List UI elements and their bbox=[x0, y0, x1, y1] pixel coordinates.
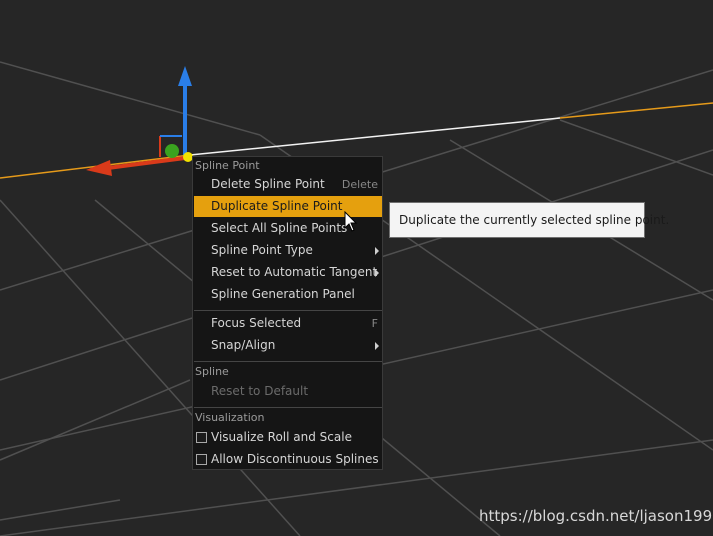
menu-separator bbox=[194, 310, 382, 311]
checkbox[interactable] bbox=[196, 432, 207, 443]
menu-item-label: Reset to Default bbox=[211, 384, 309, 398]
menu-item-label: Spline Generation Panel bbox=[211, 287, 355, 301]
submenu-arrow-icon bbox=[375, 342, 379, 350]
menu-item-spline-point-type[interactable]: Spline Point Type bbox=[194, 240, 382, 261]
menu-item-label: Visualize Roll and Scale bbox=[211, 430, 352, 444]
y-axis-handle-icon[interactable] bbox=[165, 144, 179, 158]
menu-item-delete-spline-point[interactable]: Delete Spline Point Delete bbox=[194, 174, 382, 195]
menu-item-label: Reset to Automatic Tangent bbox=[211, 265, 378, 279]
menu-item-label: Focus Selected bbox=[211, 316, 302, 330]
submenu-arrow-icon bbox=[375, 269, 379, 277]
menu-item-label: Spline Point Type bbox=[211, 243, 313, 257]
section-header-spline: Spline bbox=[195, 365, 229, 378]
shortcut-label: Delete bbox=[341, 178, 378, 191]
menu-item-reset-to-automatic-tangent[interactable]: Reset to Automatic Tangent bbox=[194, 262, 382, 283]
menu-item-label: Duplicate Spline Point bbox=[211, 199, 343, 213]
menu-item-focus-selected[interactable]: Focus Selected F bbox=[194, 313, 382, 334]
submenu-arrow-icon bbox=[375, 247, 379, 255]
menu-separator bbox=[194, 407, 382, 408]
menu-separator bbox=[194, 361, 382, 362]
menu-item-spline-generation-panel[interactable]: Spline Generation Panel bbox=[194, 284, 382, 305]
menu-item-label: Allow Discontinuous Splines bbox=[211, 452, 379, 466]
checkbox[interactable] bbox=[196, 454, 207, 465]
mouse-pointer-icon bbox=[344, 211, 358, 232]
menu-item-snap-align[interactable]: Snap/Align bbox=[194, 335, 382, 356]
menu-item-visualize-roll-and-scale[interactable]: Visualize Roll and Scale bbox=[194, 427, 382, 448]
context-menu: Spline Point Delete Spline Point Delete … bbox=[192, 156, 383, 470]
shortcut-label: F bbox=[371, 317, 378, 330]
menu-item-reset-to-default: Reset to Default bbox=[194, 381, 382, 402]
section-header-visualization: Visualization bbox=[195, 411, 265, 424]
tooltip: Duplicate the currently selected spline … bbox=[389, 202, 669, 238]
menu-item-label: Delete Spline Point bbox=[211, 177, 325, 191]
menu-item-allow-discontinuous-splines[interactable]: Allow Discontinuous Splines bbox=[194, 449, 382, 470]
menu-item-label: Select All Spline Points bbox=[211, 221, 348, 235]
section-header-spline-point: Spline Point bbox=[195, 159, 260, 172]
menu-item-label: Snap/Align bbox=[211, 338, 276, 352]
watermark-text: https://blog.csdn.net/ljason1993 bbox=[479, 507, 713, 525]
